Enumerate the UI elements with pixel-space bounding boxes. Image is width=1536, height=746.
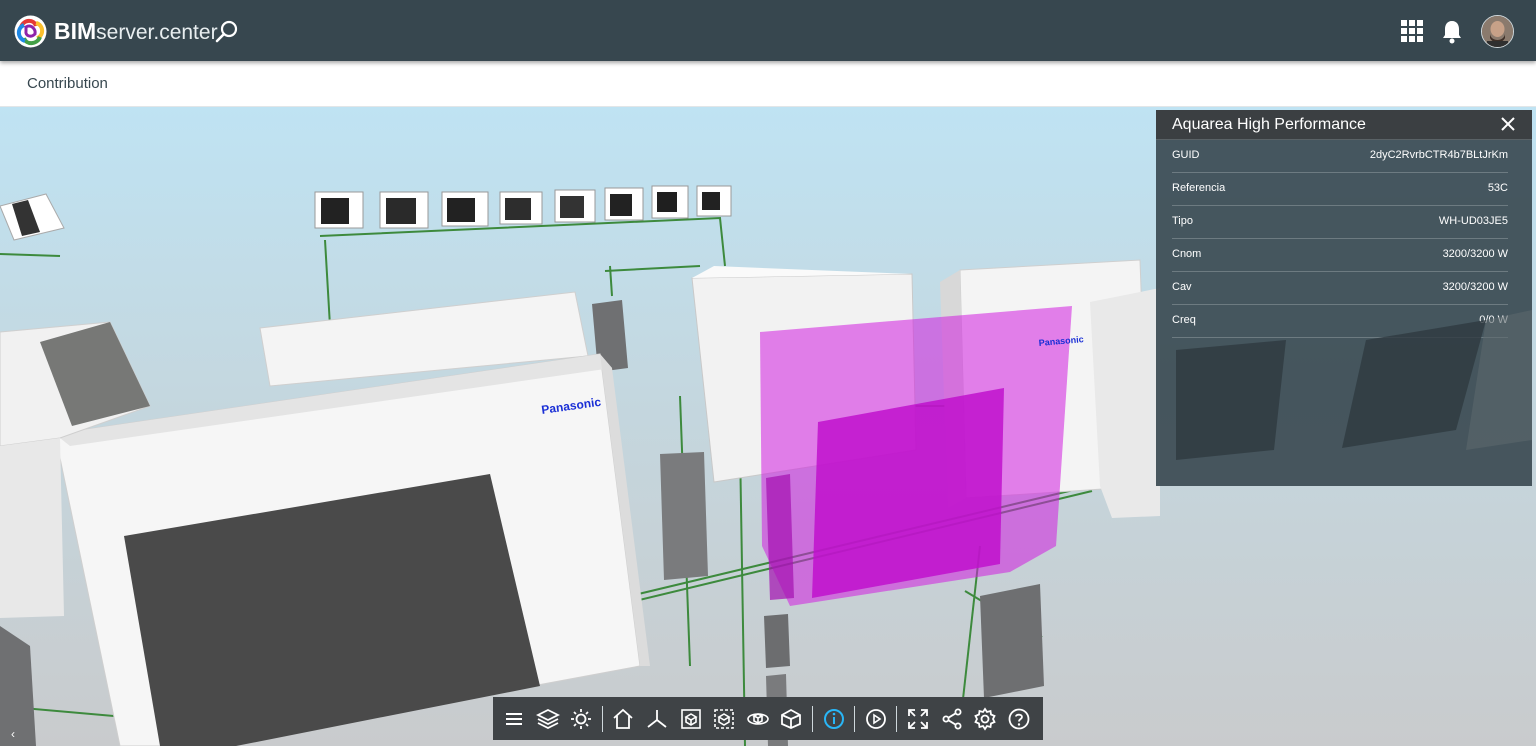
axes-button[interactable] — [644, 706, 670, 732]
top-bar: BIMserver.center — [0, 0, 1536, 61]
panel-background-model — [1176, 310, 1532, 460]
property-row-tipo: Tipo WH-UD03JE5 — [1172, 206, 1508, 239]
close-icon[interactable] — [1499, 115, 1517, 133]
avatar-image — [1482, 16, 1513, 47]
viewer-toolbar — [493, 697, 1043, 740]
bell-icon[interactable] — [1440, 18, 1464, 44]
property-value: 3200/3200 W — [1442, 248, 1508, 260]
help-icon — [1008, 708, 1030, 729]
search-icon[interactable] — [214, 19, 240, 45]
property-key: Tipo — [1172, 215, 1193, 227]
menu-icon — [506, 712, 522, 725]
orbit-button[interactable] — [745, 706, 771, 732]
property-row-guid: GUID 2dyC2RvrbCTR4b7BLtJrKm — [1172, 140, 1508, 173]
property-key: Referencia — [1172, 182, 1226, 194]
property-list: GUID 2dyC2RvrbCTR4b7BLtJrKm Referencia 53C… — [1172, 140, 1508, 338]
settings-button[interactable] — [972, 706, 998, 732]
section-box-button[interactable] — [678, 706, 704, 732]
share-button[interactable] — [939, 706, 965, 732]
property-value: 53C — [1487, 182, 1508, 194]
toolbar-separator — [854, 705, 856, 732]
property-row-cnom: Cnom 3200/3200 W — [1172, 239, 1508, 272]
sub-navigation: Contribution — [0, 61, 1536, 107]
toolbar-separator — [601, 705, 603, 732]
panel-title: Aquarea High Performance — [1172, 116, 1366, 133]
brand-name[interactable]: BIMserver.center — [54, 17, 218, 47]
play-icon — [865, 708, 886, 729]
axes-icon — [647, 709, 667, 728]
bimserver-logo-icon[interactable] — [14, 15, 47, 48]
selection-box-button[interactable] — [711, 706, 737, 732]
help-button[interactable] — [1006, 706, 1032, 732]
apps-grid-icon[interactable] — [1400, 19, 1424, 43]
property-key: Cnom — [1172, 248, 1202, 260]
property-row-referencia: Referencia 53C — [1172, 173, 1508, 206]
info-icon — [823, 708, 844, 729]
breadcrumb-contribution[interactable]: Contribution — [27, 75, 108, 92]
properties-panel: Aquarea High Performance GUID 2dyC2RvrbCT… — [1156, 110, 1532, 486]
toolbar-separator — [811, 705, 813, 732]
property-key: Cav — [1172, 281, 1192, 293]
fullscreen-button[interactable] — [905, 706, 931, 732]
property-key: GUID — [1172, 149, 1200, 161]
toolbar-separator — [896, 705, 898, 732]
panel-header: Aquarea High Performance — [1156, 110, 1532, 140]
home-icon — [613, 708, 633, 729]
object-view-button[interactable] — [778, 706, 804, 732]
brand-light: server.center — [96, 21, 218, 44]
sun-icon — [571, 708, 592, 729]
section-box-icon — [680, 708, 701, 729]
selection-box-icon — [714, 708, 734, 729]
layers-icon — [535, 708, 560, 729]
info-button[interactable] — [821, 706, 847, 732]
fullscreen-icon — [908, 708, 928, 729]
property-value: 2dyC2RvrbCTR4b7BLtJrKm — [1369, 149, 1508, 161]
selected-aquarea-unit[interactable] — [760, 306, 1072, 606]
orbit-icon — [746, 712, 769, 725]
home-view-button[interactable] — [610, 706, 636, 732]
user-avatar[interactable] — [1481, 15, 1514, 48]
property-value: WH-UD03JE5 — [1438, 215, 1508, 227]
gear-icon — [974, 706, 996, 731]
layers-button[interactable] — [535, 706, 561, 732]
lighting-button[interactable] — [568, 706, 594, 732]
property-row-cav: Cav 3200/3200 W — [1172, 272, 1508, 305]
play-button[interactable] — [863, 706, 889, 732]
share-icon — [942, 708, 961, 729]
brand-bold: BIM — [54, 18, 97, 44]
chevron-left-icon[interactable]: ‹ — [11, 727, 21, 741]
menu-button[interactable] — [501, 706, 527, 732]
cube-icon — [781, 708, 802, 729]
property-value: 3200/3200 W — [1442, 281, 1508, 293]
